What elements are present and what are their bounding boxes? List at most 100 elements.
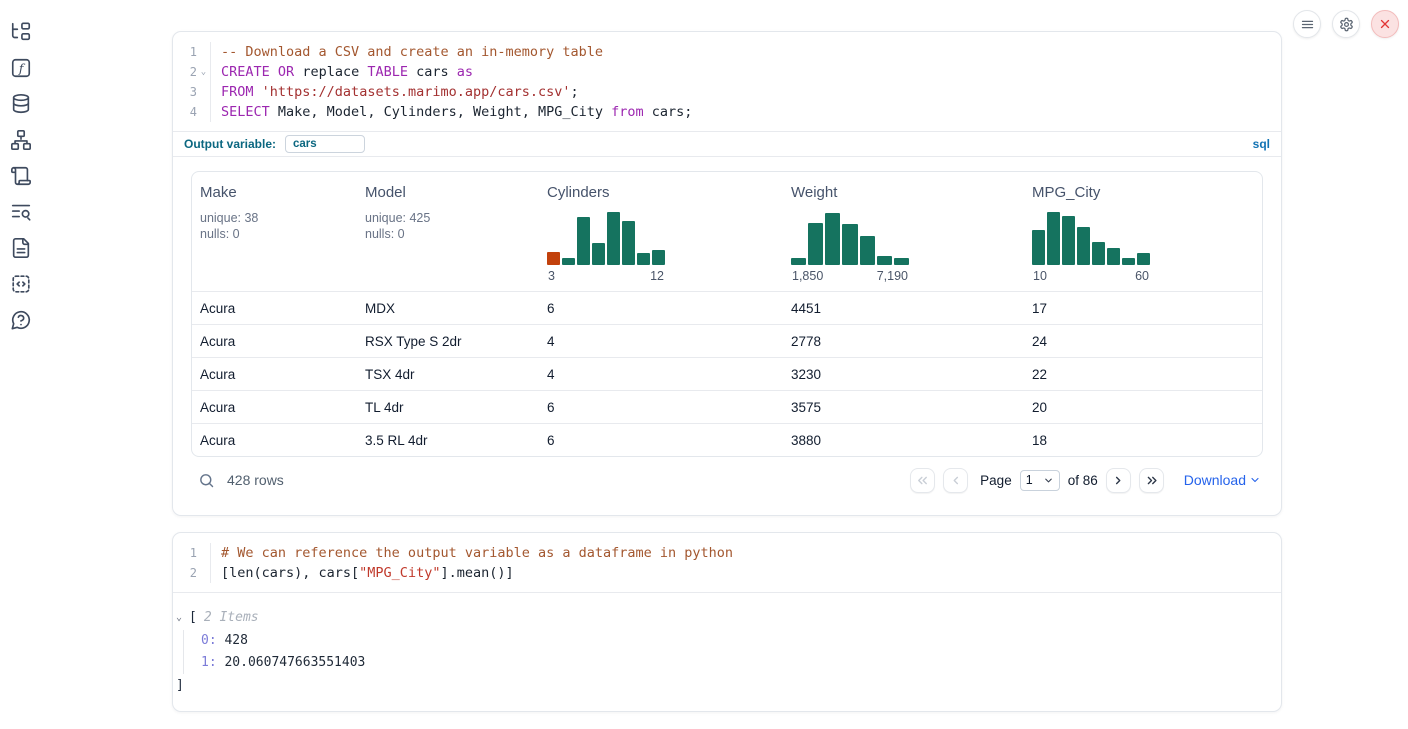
list-item: 1: 20.060747663551403	[201, 652, 1281, 674]
table-cell: MDX	[357, 301, 539, 316]
code-line[interactable]: 2[len(cars), cars["MPG_City"].mean()]	[173, 563, 1281, 583]
table-cell: 24	[1024, 334, 1262, 349]
language-badge[interactable]: sql	[1253, 137, 1270, 151]
table-cell: 20	[1024, 400, 1262, 415]
line-number: 2⌄	[173, 62, 211, 82]
code-line[interactable]: 2⌄CREATE OR replace TABLE cars as	[173, 62, 1281, 82]
functions-icon[interactable]: f	[9, 56, 33, 80]
search-icon[interactable]	[198, 472, 215, 489]
table-cell: TSX 4dr	[357, 367, 539, 382]
item-key: 0:	[201, 633, 217, 648]
histogram-bars	[547, 210, 665, 265]
python-code-editor[interactable]: 1# We can reference the output variable …	[173, 533, 1281, 593]
histogram-bar	[1137, 253, 1150, 265]
page-select[interactable]: 1	[1020, 470, 1060, 491]
code-line[interactable]: 1-- Download a CSV and create an in-memo…	[173, 42, 1281, 62]
data-sources-icon[interactable]	[9, 92, 33, 116]
notebook-actions	[1293, 10, 1399, 38]
histogram-bar	[808, 223, 823, 265]
histogram-bar	[622, 221, 635, 265]
code-text: CREATE OR replace TABLE cars as	[211, 62, 473, 82]
histogram-bar	[1032, 230, 1045, 265]
page-select-value: 1	[1026, 473, 1033, 487]
first-page-button[interactable]	[910, 468, 935, 493]
histogram-bar	[577, 217, 590, 265]
output-variable-input[interactable]	[285, 135, 365, 153]
code-text: FROM 'https://datasets.marimo.app/cars.c…	[211, 82, 579, 102]
histogram-bar	[652, 250, 665, 265]
column-header-model[interactable]: Modelunique: 425nulls: 0	[357, 172, 539, 291]
items-count-label: 2 Items	[204, 610, 259, 625]
table-cell: 3.5 RL 4dr	[357, 433, 539, 448]
table-cell: 17	[1024, 301, 1262, 316]
column-header-weight[interactable]: Weight1,8507,190	[783, 172, 1024, 291]
table-cell: 6	[539, 433, 783, 448]
histogram-bar	[791, 258, 806, 265]
column-header-mpg_city[interactable]: MPG_City1060	[1024, 172, 1262, 291]
histogram-bar	[1092, 242, 1105, 265]
fold-chevron-icon[interactable]: ⌄	[197, 62, 210, 82]
code-line[interactable]: 1# We can reference the output variable …	[173, 543, 1281, 563]
table-row: AcuraRSX Type S 2dr4277824	[192, 324, 1262, 357]
table-cell: Acura	[192, 400, 357, 415]
table-cell: TL 4dr	[357, 400, 539, 415]
download-button[interactable]: Download	[1184, 472, 1261, 488]
line-number: 3	[173, 82, 211, 102]
close-bracket: ]	[176, 676, 1281, 696]
column-histogram[interactable]: 1060	[1032, 210, 1150, 283]
table-row: AcuraMDX6445117	[192, 291, 1262, 324]
list-item: 0: 428	[201, 630, 1281, 652]
sql-code-editor[interactable]: 1-- Download a CSV and create an in-memo…	[173, 32, 1281, 131]
column-histogram[interactable]: 1,8507,190	[791, 210, 909, 283]
histogram-bar	[1062, 216, 1075, 266]
table-header-row: Makeunique: 38nulls: 0Modelunique: 425nu…	[192, 172, 1262, 291]
line-number: 1	[173, 42, 211, 62]
histogram-bar	[562, 258, 575, 265]
histogram-axis-labels: 1,8507,190	[791, 269, 909, 283]
tree-items: 0: 428 1: 20.060747663551403	[183, 630, 1281, 674]
data-table: Makeunique: 38nulls: 0Modelunique: 425nu…	[191, 171, 1263, 457]
column-header-cylinders[interactable]: Cylinders312	[539, 172, 783, 291]
snippets-icon[interactable]	[9, 272, 33, 296]
chevron-down-icon	[1249, 474, 1261, 486]
collapse-chevron-icon[interactable]: ⌄	[176, 612, 189, 623]
table-cell: 22	[1024, 367, 1262, 382]
table-cell: 4451	[783, 301, 1024, 316]
helper-sidebar: f	[9, 20, 33, 332]
dependency-graph-icon[interactable]	[9, 128, 33, 152]
page-total-label: of 86	[1068, 473, 1098, 488]
column-histogram[interactable]: 312	[547, 210, 665, 283]
next-page-button[interactable]	[1106, 468, 1131, 493]
table-cell: Acura	[192, 301, 357, 316]
previous-page-button[interactable]	[943, 468, 968, 493]
last-page-button[interactable]	[1139, 468, 1164, 493]
code-line[interactable]: 3FROM 'https://datasets.marimo.app/cars.…	[173, 82, 1281, 102]
settings-button[interactable]	[1332, 10, 1360, 38]
output-variable-label: Output variable:	[184, 137, 276, 151]
column-header-make[interactable]: Makeunique: 38nulls: 0	[192, 172, 357, 291]
table-cell: 6	[539, 400, 783, 415]
scratchpad-icon[interactable]	[9, 164, 33, 188]
line-number: 2	[173, 563, 211, 583]
table-cell: Acura	[192, 334, 357, 349]
code-text: [len(cars), cars["MPG_City"].mean()]	[211, 563, 514, 583]
menu-button[interactable]	[1293, 10, 1321, 38]
row-count: 428 rows	[227, 472, 284, 488]
table-cell: 2778	[783, 334, 1024, 349]
file-explorer-icon[interactable]	[9, 20, 33, 44]
documentation-icon[interactable]	[9, 236, 33, 260]
page-label: Page	[980, 473, 1012, 488]
table-cell: Acura	[192, 367, 357, 382]
shutdown-button[interactable]	[1371, 10, 1399, 38]
table-cell: 6	[539, 301, 783, 316]
line-number: 4	[173, 102, 211, 122]
histogram-bar	[1077, 227, 1090, 266]
histogram-axis-labels: 312	[547, 269, 665, 283]
code-line[interactable]: 4SELECT Make, Model, Cylinders, Weight, …	[173, 102, 1281, 122]
histogram-bar	[1047, 212, 1060, 265]
python-cell-output: ⌄ [ 2 Items 0: 428 1: 20.060747663551403…	[173, 593, 1281, 696]
logs-search-icon[interactable]	[9, 200, 33, 224]
histogram-bars	[1032, 210, 1150, 265]
histogram-bars	[791, 210, 909, 265]
help-icon[interactable]	[9, 308, 33, 332]
